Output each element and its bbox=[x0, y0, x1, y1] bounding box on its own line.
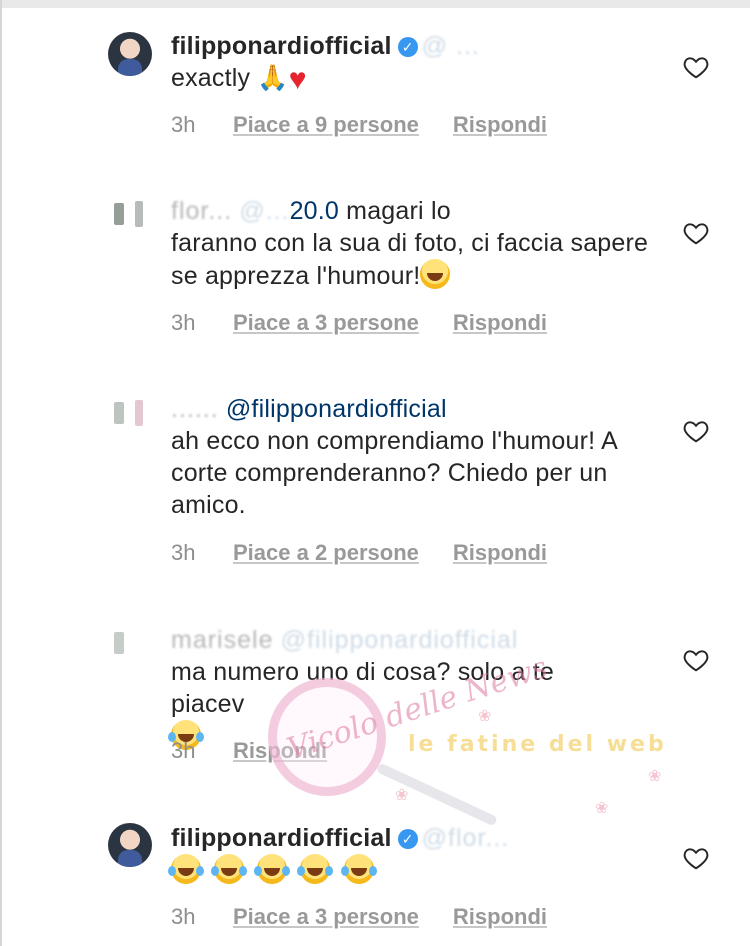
grinning-face-emoji-icon bbox=[420, 259, 451, 289]
avatar[interactable] bbox=[108, 622, 152, 666]
comment-meta: 3h Piace a 9 persone Rispondi bbox=[171, 112, 547, 138]
heart-outline-icon[interactable] bbox=[683, 419, 709, 443]
window-top-edge bbox=[0, 0, 750, 8]
blurred-mention: @flor... bbox=[421, 824, 510, 852]
magnifier-handle bbox=[375, 762, 498, 827]
reply-button[interactable]: Rispondi bbox=[453, 904, 547, 929]
comment-time: 3h bbox=[171, 112, 196, 137]
blurred-mention: @... bbox=[239, 197, 290, 225]
comment-body: filipponardiofficial ✓ @flor... bbox=[168, 822, 651, 887]
comment-meta: 3h Piace a 3 persone Rispondi bbox=[171, 310, 547, 336]
heart-outline-icon[interactable] bbox=[683, 648, 709, 672]
comment-body: filipponardiofficial ✓ @ ... exactly 🙏♥ bbox=[171, 30, 651, 96]
comment-text-continued: faranno con la sua di foto, ci faccia sa… bbox=[171, 229, 649, 290]
mention-tail: 20.0 bbox=[289, 197, 340, 225]
avatar[interactable] bbox=[108, 193, 152, 237]
comment-time: 3h bbox=[171, 310, 196, 335]
reply-button[interactable]: Rispondi bbox=[453, 540, 547, 565]
heart-outline-icon[interactable] bbox=[683, 55, 709, 79]
comment-body: marisele @filipponardiofficial ma numero… bbox=[168, 624, 651, 753]
verified-badge-icon: ✓ bbox=[397, 829, 418, 849]
avatar[interactable] bbox=[108, 823, 152, 867]
comment-text: ma numero uno di cosa? solo a te piacev bbox=[171, 658, 555, 718]
paw-print-icon: ❀ bbox=[648, 768, 662, 785]
comment-time: 3h bbox=[171, 738, 196, 763]
mention-link[interactable]: @filipponardiofficial bbox=[226, 395, 447, 423]
comment-text: exactly bbox=[171, 64, 251, 92]
laughing-tears-emoji-icon bbox=[168, 854, 201, 884]
blurred-username: marisele bbox=[171, 626, 274, 654]
comment-meta: 3h Rispondi bbox=[171, 738, 327, 764]
window-left-edge bbox=[0, 0, 2, 946]
likes-link[interactable]: Piace a 9 persone bbox=[233, 112, 419, 137]
blurred-username: flor... bbox=[171, 197, 233, 225]
comment-username[interactable]: filipponardiofficial bbox=[171, 32, 392, 60]
reply-button[interactable]: Rispondi bbox=[453, 310, 547, 335]
comment-meta: 3h Piace a 3 persone Rispondi bbox=[171, 904, 547, 930]
comment-text: magari lo bbox=[339, 197, 451, 225]
reply-button[interactable]: Rispondi bbox=[233, 738, 327, 763]
avatar[interactable] bbox=[108, 392, 152, 436]
blurred-username: ...... bbox=[171, 395, 219, 423]
laughing-tears-emoji-icon bbox=[297, 854, 331, 884]
laughing-tears-emoji-icon bbox=[211, 854, 245, 884]
laughing-tears-emoji-icon bbox=[340, 854, 374, 884]
blurred-mention: @ ... bbox=[421, 32, 480, 60]
comment-username[interactable]: filipponardiofficial bbox=[171, 824, 392, 852]
comment-meta: 3h Piace a 2 persone Rispondi bbox=[171, 540, 547, 566]
reply-button[interactable]: Rispondi bbox=[453, 112, 547, 137]
comment-text: ah ecco non comprendiamo l'humour! A cor… bbox=[171, 427, 617, 519]
likes-link[interactable]: Piace a 3 persone bbox=[233, 904, 419, 929]
red-heart-emoji-icon: ♥ bbox=[288, 63, 307, 96]
likes-link[interactable]: Piace a 2 persone bbox=[233, 540, 419, 565]
heart-outline-icon[interactable] bbox=[683, 221, 709, 245]
verified-badge-icon: ✓ bbox=[397, 37, 418, 57]
comment-body: flor... @...20.0 magari lo faranno con l… bbox=[171, 195, 651, 292]
folded-hands-emoji-icon: 🙏 bbox=[257, 64, 289, 92]
paw-print-icon: ❀ bbox=[395, 787, 409, 804]
comment-body: ...... @filipponardiofficial ah ecco non… bbox=[171, 393, 651, 521]
laughing-tears-emoji-icon bbox=[254, 854, 288, 884]
heart-outline-icon[interactable] bbox=[683, 846, 709, 870]
avatar[interactable] bbox=[108, 32, 152, 76]
blurred-mention: @filipponardiofficial bbox=[280, 626, 519, 654]
paw-print-icon: ❀ bbox=[595, 800, 609, 817]
likes-link[interactable]: Piace a 3 persone bbox=[233, 310, 419, 335]
comment-time: 3h bbox=[171, 540, 196, 565]
comment-time: 3h bbox=[171, 904, 196, 929]
